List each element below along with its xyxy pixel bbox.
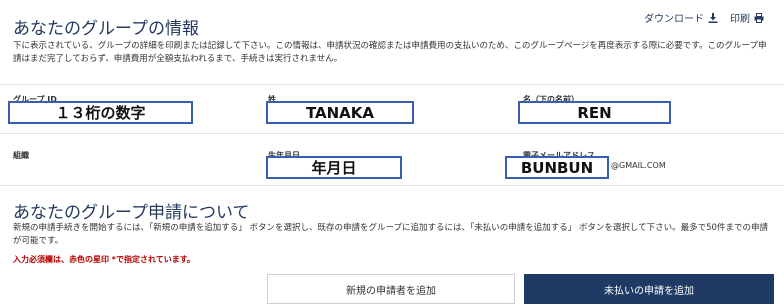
page-actions: ダウンロード 印刷 <box>644 10 764 25</box>
given-name-value: REN <box>518 101 671 124</box>
divider <box>0 84 784 85</box>
divider <box>0 133 784 134</box>
page-title: あなたのグループの情報 <box>13 19 199 39</box>
download-label: ダウンロード <box>644 14 704 25</box>
email-value: BUNBUN <box>505 156 609 179</box>
print-label: 印刷 <box>730 14 750 25</box>
add-unpaid-application-button[interactable]: 未払いの申請を追加 <box>524 274 774 304</box>
download-link[interactable]: ダウンロード <box>644 10 718 25</box>
group-id-value: １３桁の数字 <box>8 101 193 124</box>
dob-value: 年月日 <box>266 156 402 179</box>
print-link[interactable]: 印刷 <box>730 10 764 25</box>
section-title: あなたのグループ申請について <box>13 203 250 223</box>
printer-icon <box>754 12 764 23</box>
required-fields-note: 入力必須欄は、赤色の星印 *で指定されています。 <box>13 255 195 264</box>
divider <box>0 185 784 186</box>
surname-value: TANAKA <box>266 101 414 124</box>
add-applicant-button[interactable]: 新規の申請者を追加 <box>267 274 515 304</box>
application-description: 新規の申請手続きを開始するには、「新規の申請を追加する」 ボタンを選択し、既存の… <box>13 223 768 246</box>
download-icon <box>708 12 718 23</box>
group-info-description: 下に表示されている、グループの詳細を印刷または記録して下さい。この情報は、申請状… <box>13 41 767 64</box>
email-domain: @GMAIL.COM <box>611 161 666 170</box>
organization-label: 組織 <box>13 151 29 160</box>
